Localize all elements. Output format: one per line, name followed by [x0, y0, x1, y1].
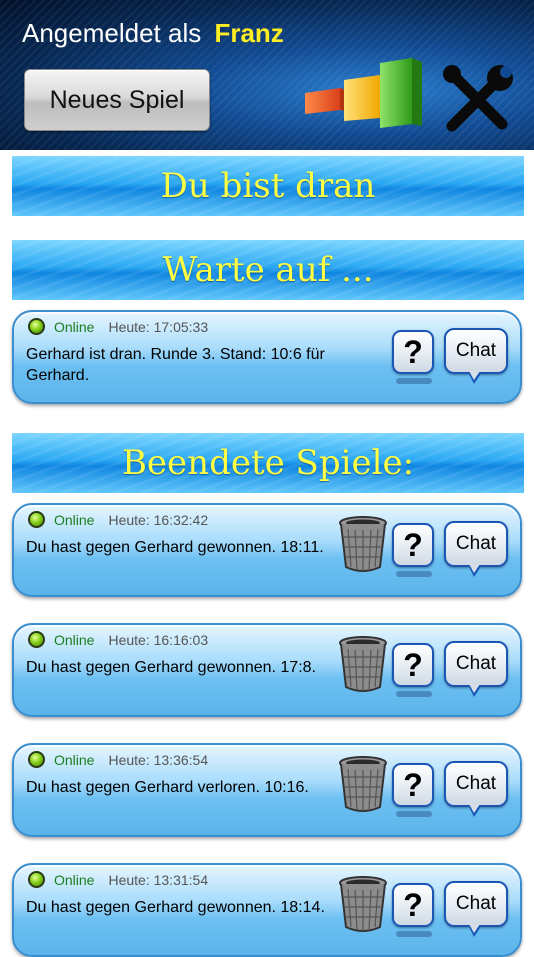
chat-label: Chat	[455, 533, 497, 554]
button-shadow	[396, 691, 432, 697]
chat-button[interactable]: Chat	[444, 328, 508, 384]
waiting-label: Warte auf ...	[162, 250, 374, 290]
game-message: Gerhard ist dran. Runde 3. Stand: 10:6 f…	[26, 346, 325, 384]
help-button[interactable]: ?	[392, 643, 434, 687]
timestamp: Heute: 16:32:42	[108, 511, 209, 528]
your-turn-label: Du bist dran	[160, 166, 376, 206]
timestamp: Heute: 13:31:54	[108, 871, 209, 888]
timestamp: Heute: 17:05:33	[108, 318, 209, 335]
chat-button[interactable]: Chat	[444, 641, 508, 697]
timestamp: Heute: 13:36:54	[108, 751, 209, 768]
online-label: Online	[54, 631, 95, 648]
player-status: Online Heute: 13:36:54	[28, 751, 208, 768]
online-indicator-icon	[28, 631, 45, 648]
game-message: Du hast gegen Gerhard gewonnen. 18:14.	[26, 899, 325, 916]
username: Franz	[214, 18, 284, 48]
help-button[interactable]: ?	[392, 523, 434, 567]
chat-bubble-tail-inner	[469, 804, 480, 813]
tools-icon[interactable]	[440, 62, 516, 138]
timestamp: Heute: 16:16:03	[108, 631, 209, 648]
login-status: Angemeldet als Franz	[22, 18, 284, 49]
online-label: Online	[54, 871, 95, 888]
chat-button[interactable]: Chat	[444, 521, 508, 577]
help-button[interactable]: ?	[392, 763, 434, 807]
chat-bubble-tail-inner	[469, 564, 480, 573]
chat-button[interactable]: Chat	[444, 881, 508, 937]
game-card[interactable]: Online Heute: 13:31:54 Du hast gegen Ger…	[12, 863, 522, 957]
bar-chart-icon[interactable]	[300, 58, 425, 136]
your-turn-banner: Du bist dran	[12, 156, 524, 216]
button-shadow	[396, 811, 432, 817]
online-indicator-icon	[28, 871, 45, 888]
trash-icon[interactable]	[338, 755, 388, 813]
online-label: Online	[54, 751, 95, 768]
chat-button[interactable]: Chat	[444, 761, 508, 817]
game-card[interactable]: Online Heute: 16:16:03 Du hast gegen Ger…	[12, 623, 522, 717]
header-bar: Angemeldet als Franz Neues Spiel	[0, 0, 534, 150]
trash-icon[interactable]	[338, 875, 388, 933]
chat-label: Chat	[455, 893, 497, 914]
online-indicator-icon	[28, 511, 45, 528]
trash-icon[interactable]	[338, 515, 388, 573]
player-status: Online Heute: 16:32:42	[28, 511, 208, 528]
game-card[interactable]: Online Heute: 16:32:42 Du hast gegen Ger…	[12, 503, 522, 597]
chat-label: Chat	[455, 340, 497, 361]
button-shadow	[396, 931, 432, 937]
chat-bubble-tail-inner	[469, 924, 480, 933]
trash-icon[interactable]	[338, 635, 388, 693]
finished-banner: Beendete Spiele:	[12, 433, 524, 493]
chat-bubble-tail-inner	[469, 684, 480, 693]
player-status: Online Heute: 16:16:03	[28, 631, 208, 648]
online-indicator-icon	[28, 751, 45, 768]
online-label: Online	[54, 318, 95, 335]
game-card[interactable]: Online Heute: 13:36:54 Du hast gegen Ger…	[12, 743, 522, 837]
login-prefix: Angemeldet als	[22, 18, 202, 48]
finished-label: Beendete Spiele:	[121, 443, 415, 483]
button-shadow	[396, 378, 432, 384]
help-button[interactable]: ?	[392, 330, 434, 374]
new-game-button[interactable]: Neues Spiel	[24, 69, 210, 131]
online-indicator-icon	[28, 318, 45, 335]
player-status: Online Heute: 17:05:33	[28, 318, 208, 335]
game-message: Du hast gegen Gerhard gewonnen. 18:11.	[26, 539, 324, 556]
game-card[interactable]: Online Heute: 17:05:33 Gerhard ist dran.…	[12, 310, 522, 404]
chat-label: Chat	[455, 653, 497, 674]
waiting-banner: Warte auf ...	[12, 240, 524, 300]
game-message: Du hast gegen Gerhard gewonnen. 17:8.	[26, 659, 316, 676]
chat-label: Chat	[455, 773, 497, 794]
online-label: Online	[54, 511, 95, 528]
button-shadow	[396, 571, 432, 577]
help-button[interactable]: ?	[392, 883, 434, 927]
player-status: Online Heute: 13:31:54	[28, 871, 208, 888]
game-message: Du hast gegen Gerhard verloren. 10:16.	[26, 779, 309, 796]
chat-bubble-tail-inner	[469, 371, 480, 380]
